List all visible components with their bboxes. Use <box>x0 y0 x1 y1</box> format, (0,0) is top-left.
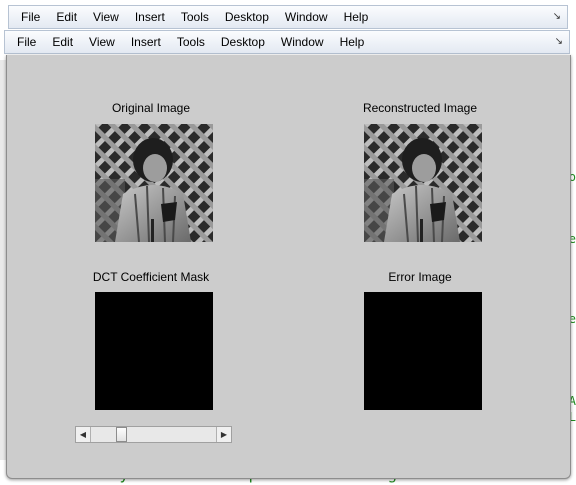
error-image-title: Error Image <box>388 270 452 284</box>
error-image <box>364 292 482 410</box>
menubar-grip-icon: ↘ <box>554 36 563 47</box>
original-photo-icon <box>95 124 213 243</box>
slider-right-arrow-icon[interactable]: ▶ <box>216 427 231 442</box>
menu-view[interactable]: View <box>85 6 127 28</box>
menu-tools[interactable]: Tools <box>173 6 217 28</box>
slider-thumb[interactable] <box>115 427 127 442</box>
figure-canvas <box>6 55 571 479</box>
menu-tools[interactable]: Tools <box>169 31 213 53</box>
menu-window[interactable]: Window <box>277 6 336 28</box>
slider-left-arrow-icon[interactable]: ◀ <box>76 427 91 442</box>
menu-view[interactable]: View <box>81 31 123 53</box>
figure-menubar: File Edit View Insert Tools Desktop Wind… <box>4 30 570 54</box>
menu-file[interactable]: File <box>13 6 48 28</box>
menu-desktop[interactable]: Desktop <box>213 31 273 53</box>
reconstructed-image-title: Reconstructed Image <box>362 101 478 115</box>
menu-desktop[interactable]: Desktop <box>217 6 277 28</box>
dct-mask-image <box>95 292 213 410</box>
menu-insert[interactable]: Insert <box>123 31 169 53</box>
menu-help[interactable]: Help <box>336 6 377 28</box>
menubar-grip-icon: ↘ <box>552 11 561 22</box>
reconstructed-image <box>364 124 482 243</box>
coefficient-slider[interactable]: ◀ ▶ <box>75 426 232 443</box>
menu-file[interactable]: File <box>9 31 44 53</box>
dct-mask-title: DCT Coefficient Mask <box>92 270 210 284</box>
menu-window[interactable]: Window <box>273 31 332 53</box>
original-image <box>95 124 213 243</box>
menu-edit[interactable]: Edit <box>44 31 81 53</box>
menu-insert[interactable]: Insert <box>127 6 173 28</box>
back-window-menubar: File Edit View Insert Tools Desktop Wind… <box>8 5 568 29</box>
menu-help[interactable]: Help <box>332 31 373 53</box>
original-image-title: Original Image <box>111 101 191 115</box>
reconstructed-photo-icon <box>364 124 482 243</box>
menu-edit[interactable]: Edit <box>48 6 85 28</box>
